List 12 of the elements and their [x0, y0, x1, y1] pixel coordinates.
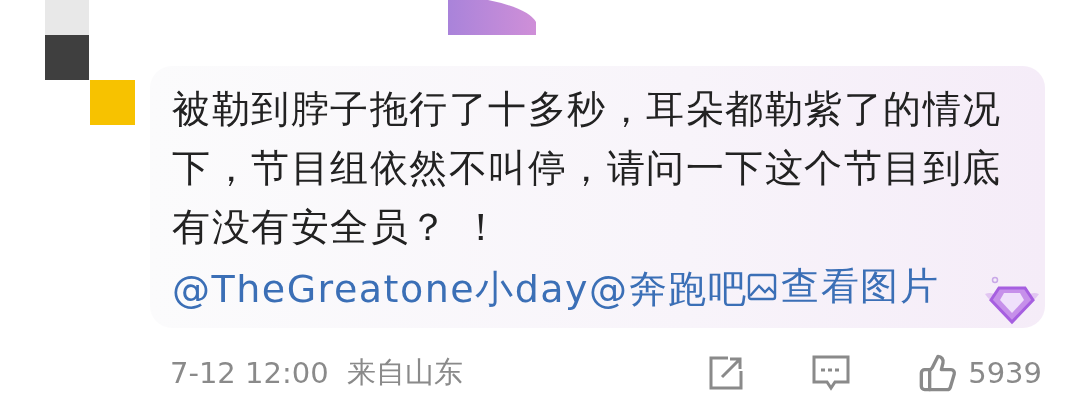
like-count: 5939	[968, 356, 1042, 390]
comment-text: 被勒到脖子拖行了十多秒，耳朵都勒紫了的情况下，节目组依然不叫停，请问一下这个节目到底有没有安全员？ ！ @TheGreatone小day@奔跑吧 查看图片	[172, 80, 1012, 319]
comment-time: 7-12 12:00	[170, 356, 329, 390]
view-image-link[interactable]: 查看图片	[747, 257, 940, 316]
mention-link[interactable]: @TheGreatone小day	[172, 266, 590, 311]
share-icon[interactable]	[708, 355, 745, 391]
like-icon[interactable]	[918, 353, 959, 393]
image-icon	[747, 271, 778, 302]
comment-location: 来自山东	[346, 354, 463, 391]
mention-link[interactable]: @奔跑吧	[589, 266, 748, 311]
comment-icon[interactable]	[812, 355, 851, 391]
badge-icon	[448, 0, 538, 36]
